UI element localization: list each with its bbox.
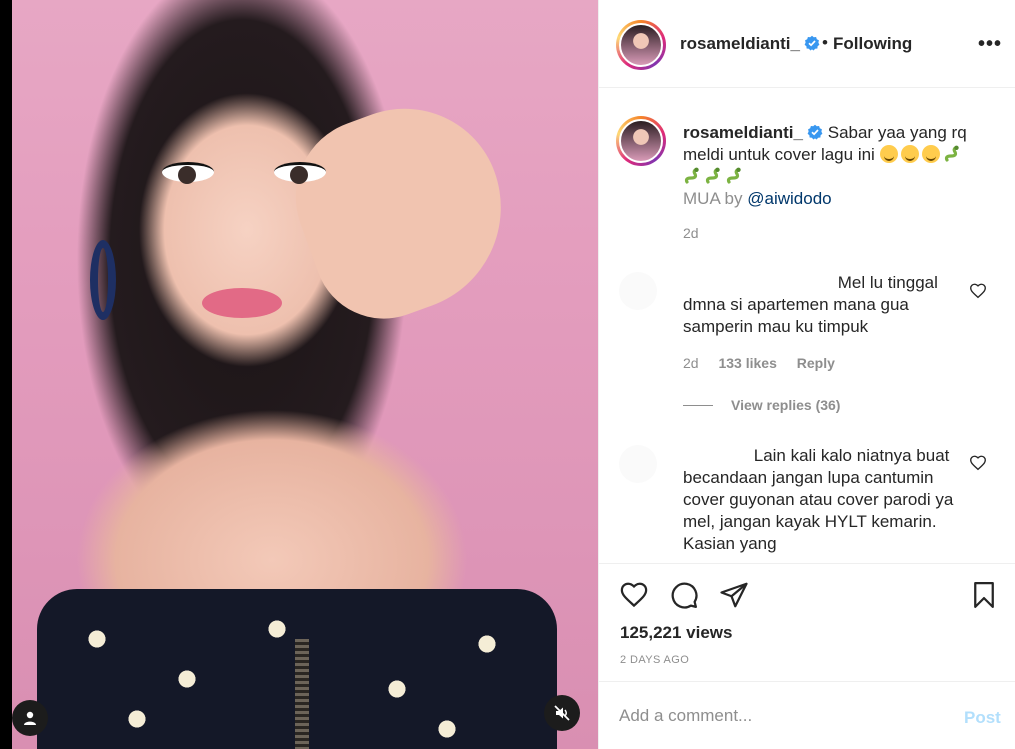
comment-bubble-icon[interactable]: [669, 580, 699, 610]
smiling-face-emoji-icon: [900, 145, 919, 163]
like-comment-heart-icon[interactable]: [969, 454, 987, 472]
author-avatar[interactable]: [616, 20, 666, 70]
author-username[interactable]: rosameldianti_: [680, 34, 820, 54]
comment-meta: 2d 133 likes Reply: [683, 355, 851, 371]
share-paper-plane-icon[interactable]: [719, 580, 749, 610]
post-media[interactable]: [0, 0, 598, 749]
verified-badge-icon: [807, 124, 823, 140]
separator-dot: •: [822, 33, 828, 52]
snake-emoji-icon: [684, 167, 699, 184]
verified-badge-icon: [804, 35, 820, 51]
user-icon: [24, 711, 36, 725]
post-video-frame[interactable]: [12, 0, 598, 749]
add-comment-bar: Post: [599, 681, 1015, 749]
caption-timestamp[interactable]: 2d: [683, 225, 699, 241]
tagged-users-button[interactable]: [12, 700, 48, 736]
like-heart-icon[interactable]: [619, 580, 649, 610]
post-comment-button[interactable]: Post: [964, 708, 1001, 728]
comment-input[interactable]: [619, 702, 939, 730]
comment-likes[interactable]: 133 likes: [718, 355, 776, 371]
post-caption: rosameldianti_ Sabar yaa yang rq meldi u…: [683, 122, 983, 210]
comment-text: Lain kali kalo niatnya buat becandaan ja…: [683, 446, 954, 553]
commenter-avatar[interactable]: [619, 445, 657, 483]
speaker-muted-icon: [554, 705, 570, 721]
comment-text: Mel lu tinggal dmna si apartemen mana gu…: [683, 273, 938, 336]
view-count[interactable]: 125,221 views: [620, 623, 732, 643]
view-replies-button[interactable]: View replies (36): [683, 397, 840, 413]
post-actions: 125,221 views 2 DAYS AGO: [599, 563, 1015, 681]
caption-avatar[interactable]: [616, 116, 666, 166]
reply-button[interactable]: Reply: [797, 355, 835, 371]
commenter-username[interactable]: [683, 447, 749, 461]
following-button[interactable]: Following: [833, 34, 912, 54]
comments-list[interactable]: rosameldianti_ Sabar yaa yang rq meldi u…: [599, 89, 1015, 563]
smiling-face-emoji-icon: [921, 145, 940, 163]
snake-emoji-icon: [726, 167, 741, 184]
post-header: rosameldianti_ • Following •••: [599, 0, 1015, 88]
post-details-panel: rosameldianti_ • Following ••• rosameldi…: [598, 0, 1015, 749]
commenter-username[interactable]: [683, 274, 833, 288]
snake-emoji-icon: [705, 167, 720, 184]
save-bookmark-icon[interactable]: [969, 580, 999, 610]
smiling-face-emoji-icon: [879, 145, 898, 163]
snake-emoji-icon: [944, 145, 959, 162]
mention-link[interactable]: @aiwidodo: [747, 189, 831, 208]
commenter-avatar[interactable]: [619, 272, 657, 310]
caption-username[interactable]: rosameldianti_: [683, 123, 803, 142]
mua-label: MUA by: [683, 189, 743, 208]
more-options-icon[interactable]: •••: [978, 34, 1002, 54]
like-comment-heart-icon[interactable]: [969, 282, 987, 300]
mute-button[interactable]: [544, 695, 580, 731]
comment-timestamp[interactable]: 2d: [683, 355, 699, 371]
post-date[interactable]: 2 DAYS AGO: [620, 654, 689, 666]
